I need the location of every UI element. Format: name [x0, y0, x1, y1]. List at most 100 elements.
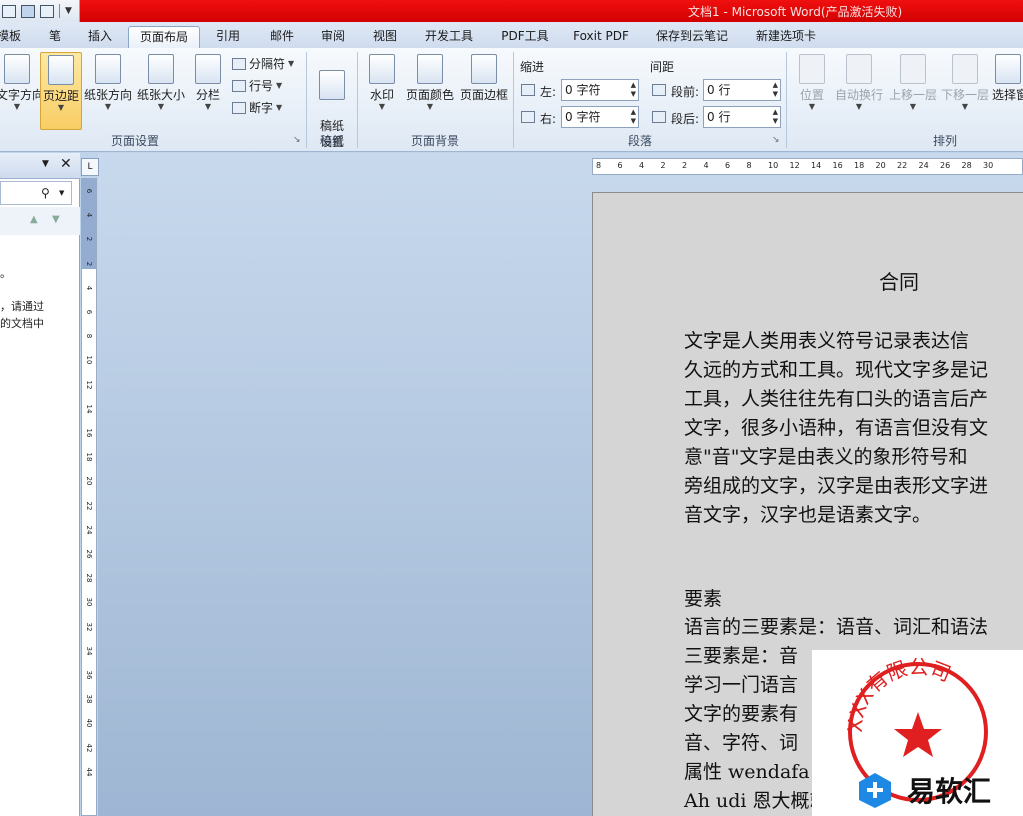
breaks-button[interactable]: 分隔符 ▼ — [232, 55, 294, 72]
tab-selector-button[interactable]: L — [81, 158, 99, 176]
spinner-arrows-icon[interactable]: ▲ ▼ — [773, 108, 778, 126]
ruler-tick-label: 18 — [854, 161, 865, 170]
document-line[interactable]: 语言的三要素是：语音、词汇和语法 — [684, 613, 988, 641]
ruler-tick-label: 8 — [85, 333, 93, 339]
document-line[interactable]: 属性 wendafa — [684, 758, 810, 786]
manuscript-settings-button[interactable]: 稿纸 设置 — [314, 54, 350, 166]
document-line[interactable]: 音、字符、词 — [684, 729, 798, 757]
ruler-tick-label: 8 — [596, 161, 602, 170]
page-color-button[interactable]: 页面颜色 ▼ — [404, 54, 456, 111]
page-setup-launcher-icon[interactable]: ↘ — [293, 135, 301, 145]
hyphenation-button[interactable]: 断字 ▼ — [232, 99, 282, 116]
document-line[interactable]: 意"音"文字是由表义的象形符号和 — [684, 443, 967, 471]
tab-references[interactable]: 引用 — [208, 26, 248, 48]
spinner-arrows-icon[interactable]: ▲ ▼ — [631, 108, 636, 126]
spacing-after-input[interactable]: 0 行 ▲ ▼ — [703, 106, 781, 128]
ruler-tick-label: 4 — [639, 161, 645, 170]
tab-review[interactable]: 审阅 — [313, 26, 353, 48]
page-borders-label: 页面边框 — [459, 88, 508, 102]
search-options-icon[interactable]: ▼ — [59, 189, 64, 197]
dropdown-arrow-icon: ▼ — [288, 58, 295, 68]
document-line[interactable]: 久远的方式和工具。现代文字多是记 — [684, 356, 988, 384]
dropdown-arrow-icon: ▼ — [855, 102, 863, 111]
ruler-tick-label: 30 — [85, 597, 93, 607]
previous-result-icon[interactable]: ▲ — [30, 214, 38, 225]
columns-button[interactable]: 分栏 ▼ — [192, 54, 224, 111]
document-line[interactable]: 文字，很多小语种，有语言但没有文 — [684, 414, 988, 442]
dropdown-arrow-icon: ▼ — [808, 102, 816, 111]
line-numbers-button[interactable]: 行号 ▼ — [232, 77, 282, 94]
indent-right-icon — [521, 111, 535, 123]
group-divider — [786, 52, 787, 148]
send-backward-icon — [952, 54, 978, 84]
indent-left-input[interactable]: 0 字符 ▲ ▼ — [561, 79, 639, 101]
ruler-tick-label: 10 — [768, 161, 779, 170]
section-heading[interactable]: 要素 — [684, 585, 722, 613]
text-direction-button[interactable]: 文字方向 ▼ — [0, 54, 44, 111]
vertical-ruler[interactable]: 6 4 2 2 4 6 8 10 12 14 16 18 20 22 24 26 28 30 32 34 36 38 40 4… — [81, 178, 97, 816]
columns-label: 分栏 — [195, 88, 220, 102]
document-line[interactable]: 文字是人类用表义符号记录表达信 — [684, 327, 969, 355]
document-title[interactable]: 合同 — [879, 266, 919, 295]
send-backward-button[interactable]: 下移一层 ▼ — [940, 54, 990, 111]
undo-icon[interactable] — [21, 4, 35, 18]
spinner-arrows-icon[interactable]: ▲ ▼ — [773, 81, 778, 99]
save-icon[interactable] — [2, 4, 16, 18]
document-line[interactable]: 音文字，汉字也是语素文字。 — [684, 501, 931, 529]
orientation-button[interactable]: 纸张方向 ▼ — [84, 54, 132, 111]
pane-options-icon[interactable]: ▼ — [42, 159, 49, 169]
page-color-label: 页面颜色 — [405, 88, 454, 102]
ruler-tick-label: 42 — [85, 743, 93, 753]
ruler-tick-label: 24 — [918, 161, 929, 170]
bring-forward-button[interactable]: 上移一层 ▼ — [888, 54, 938, 111]
document-line[interactable]: 旁组成的文字，汉字是由表形文字进 — [684, 472, 988, 500]
document-line[interactable]: 学习一门语言 — [684, 671, 798, 699]
tab-view[interactable]: 视图 — [365, 26, 405, 48]
spacing-before-input[interactable]: 0 行 ▲ ▼ — [703, 79, 781, 101]
navigation-pane: ▼ ✕ ⚲ ▼ ▲ ▼ 。 ，请通过 的文档中 — [0, 153, 80, 816]
document-line[interactable]: 三要素是：音 — [684, 642, 798, 670]
tab-pen[interactable]: 笔 — [40, 26, 70, 48]
size-button[interactable]: 纸张大小 ▼ — [136, 54, 186, 111]
close-icon[interactable]: ✕ — [60, 156, 72, 172]
spacing-before-label: 段前: — [671, 85, 700, 99]
tab-mailings[interactable]: 邮件 — [262, 26, 302, 48]
tab-template[interactable]: 模板 — [0, 26, 24, 48]
document-line[interactable]: 工具，人类往往先有口头的语言后产 — [684, 385, 988, 413]
tab-foxit-pdf[interactable]: Foxit PDF — [568, 26, 634, 48]
tab-developer[interactable]: 开发工具 — [418, 26, 480, 48]
position-button[interactable]: 位置 ▼ — [796, 54, 828, 111]
margins-button[interactable]: 页边距 ▼ — [40, 52, 82, 130]
next-result-icon[interactable]: ▼ — [52, 214, 60, 225]
selection-pane-button[interactable]: 选择窗 — [992, 54, 1023, 103]
search-document-input[interactable]: ⚲ ▼ — [0, 181, 72, 205]
indent-right-label: 右: — [540, 112, 557, 126]
orientation-label: 纸张方向 — [84, 88, 133, 102]
ruler-tick-label: 4 — [703, 161, 709, 170]
document-line[interactable]: Ah udi 恩大概就 — [684, 787, 829, 815]
ruler-tick-label: 14 — [85, 404, 93, 414]
tab-page-layout[interactable]: 页面布局 — [128, 26, 200, 48]
navigation-buttons: ▲ ▼ — [0, 207, 80, 235]
tab-pdf-tools[interactable]: PDF工具 — [494, 26, 556, 48]
dropdown-arrow-icon: ▼ — [961, 102, 969, 111]
ruler-tick-label: 12 — [789, 161, 800, 170]
margins-icon — [48, 55, 74, 85]
wrap-text-button[interactable]: 自动换行 ▼ — [834, 54, 884, 111]
tab-new[interactable]: 新建选项卡 — [750, 26, 822, 48]
paper-size-icon — [148, 54, 174, 84]
indent-right-input[interactable]: 0 字符 ▲ ▼ — [561, 106, 639, 128]
spinner-arrows-icon[interactable]: ▲ ▼ — [631, 81, 636, 99]
page-borders-button[interactable]: 页面边框 — [458, 54, 510, 103]
spacing-after-label: 段后: — [671, 112, 700, 126]
ruler-tick-label: 22 — [897, 161, 908, 170]
search-icon[interactable]: ⚲ — [41, 186, 50, 200]
qat-customize-icon[interactable]: ▼ — [65, 6, 72, 16]
paragraph-launcher-icon[interactable]: ↘ — [772, 135, 780, 145]
tab-insert[interactable]: 插入 — [80, 26, 120, 48]
watermark-button[interactable]: 水印 ▼ — [366, 54, 398, 111]
tab-save-cloud[interactable]: 保存到云笔记 — [650, 26, 734, 48]
horizontal-ruler[interactable]: 8 6 4 2 2 4 6 8 10 12 14 16 18 20 22 24 26 28 30 — [592, 158, 1023, 175]
print-preview-icon[interactable] — [40, 4, 54, 18]
document-line[interactable]: 文字的要素有 — [684, 700, 798, 728]
